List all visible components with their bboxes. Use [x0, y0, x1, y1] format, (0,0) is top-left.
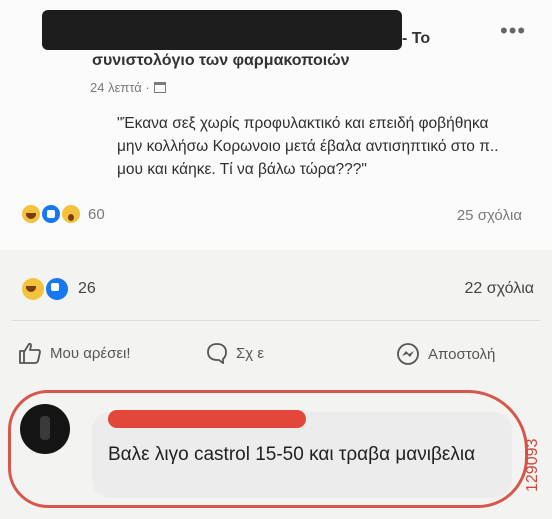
calendar-icon: [153, 82, 166, 93]
shared-post-reactions[interactable]: 60: [22, 205, 105, 223]
avatar[interactable]: [20, 404, 70, 454]
divider: [12, 320, 540, 321]
redacted-commenter-name: [108, 410, 306, 428]
watermark: 129093: [524, 438, 541, 492]
post-reaction-count: 26: [78, 280, 96, 297]
action-bar: Μου αρέσει! Σχ ε Αποστολή: [0, 336, 552, 372]
post-reactions[interactable]: 26: [22, 278, 96, 300]
redacted-author-name: [42, 10, 402, 50]
haha-reaction-icon: [22, 205, 40, 223]
more-dots-icon[interactable]: •••: [500, 18, 526, 44]
group-title[interactable]: συνιστολόγιο των φαρμακοποιών: [92, 52, 350, 70]
group-title-prefix: - Το: [402, 30, 431, 47]
thumbs-up-icon: [19, 342, 41, 364]
shared-post-reaction-count: 60: [88, 205, 105, 223]
like-reaction-icon: [42, 205, 60, 223]
comment: Βαλε λιγο castrol 15-50 και τραβα μανιβε…: [0, 390, 552, 510]
post-timestamp[interactable]: 24 λεπτά ·: [90, 80, 150, 95]
shared-post-comments-count[interactable]: 25 σχόλια: [457, 207, 522, 224]
like-reaction-icon: [46, 278, 68, 300]
comment-text: Βαλε λιγο castrol 15-50 και τραβα μανιβε…: [108, 444, 476, 465]
comment-icon: [207, 343, 227, 364]
post-meta: 24 λεπτά ·: [90, 80, 166, 95]
messenger-icon: [397, 343, 419, 365]
send-label: Αποστολή: [428, 345, 496, 363]
post-quote: "Έκανα σεξ χωρίς προφυλακτικό και επειδή…: [117, 115, 499, 178]
shared-post-card: - Το συνιστολόγιο των φαρμακοποιών ••• 2…: [0, 0, 552, 250]
haha-reaction-icon: [22, 278, 44, 300]
comment-button[interactable]: Σχ ε: [206, 342, 264, 364]
post-comments-count[interactable]: 22 σχόλια: [465, 280, 534, 298]
wow-reaction-icon: [62, 205, 80, 223]
send-button[interactable]: Αποστολή: [396, 342, 495, 366]
like-button[interactable]: Μου αρέσει!: [18, 342, 131, 364]
comment-label: Σχ ε: [236, 344, 265, 362]
like-label: Μου αρέσει!: [50, 344, 131, 362]
